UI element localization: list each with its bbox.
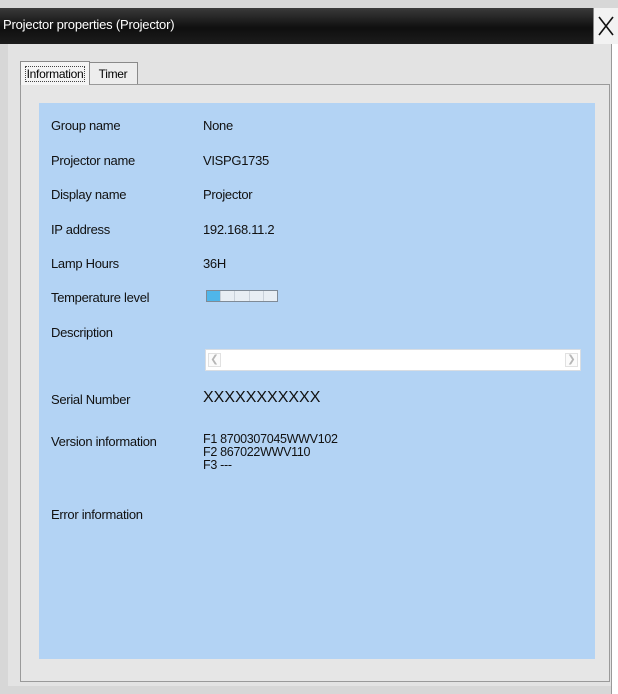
information-panel: Group name None Projector name VISPG1735… — [39, 103, 595, 659]
error-information-label: Error information — [51, 507, 143, 522]
projector-name-value: VISPG1735 — [203, 153, 269, 168]
ip-address-label: IP address — [51, 222, 110, 237]
projector-properties-window: Projector properties (Projector) Informa… — [0, 0, 618, 694]
temperature-segment — [221, 291, 236, 301]
tab-information-label: Information — [24, 65, 86, 82]
display-name-value: Projector — [203, 187, 253, 202]
serial-number-value: XXXXXXXXXXX — [203, 389, 321, 406]
lamp-hours-label: Lamp Hours — [51, 256, 119, 271]
close-button[interactable] — [593, 8, 618, 44]
description-label: Description — [51, 325, 113, 340]
temperature-segment — [235, 291, 250, 301]
ip-address-value: 192.168.11.2 — [203, 222, 275, 237]
display-name-label: Display name — [51, 187, 127, 202]
version-line-f3: F3 --- — [203, 458, 232, 472]
temperature-segment — [264, 291, 277, 301]
close-x-icon — [598, 16, 614, 36]
tab-timer-label: Timer — [98, 66, 128, 81]
serial-number-label: Serial Number — [51, 392, 131, 407]
title-bar[interactable]: Projector properties (Projector) — [0, 8, 618, 44]
description-scrollbar[interactable]: ❮ ❯ — [205, 349, 581, 371]
tab-timer[interactable]: Timer — [88, 62, 138, 84]
temperature-segment — [207, 291, 222, 301]
temperature-level-meter — [206, 290, 278, 302]
version-information-value: F1 8700307045WWV102 F2 867022WWV110 F3 -… — [203, 433, 338, 472]
tab-information[interactable]: Information — [20, 61, 90, 85]
temperature-level-label: Temperature level — [51, 290, 150, 305]
window-right-edge — [611, 44, 618, 694]
version-information-label: Version information — [51, 434, 157, 449]
group-name-label: Group name — [51, 118, 121, 133]
projector-name-label: Projector name — [51, 153, 135, 168]
scroll-right-arrow-icon[interactable]: ❯ — [565, 353, 578, 367]
group-name-value: None — [203, 118, 233, 133]
lamp-hours-value: 36H — [203, 256, 226, 271]
temperature-segment — [250, 291, 264, 301]
window-title: Projector properties (Projector) — [3, 17, 175, 32]
scroll-left-arrow-icon[interactable]: ❮ — [208, 353, 221, 367]
